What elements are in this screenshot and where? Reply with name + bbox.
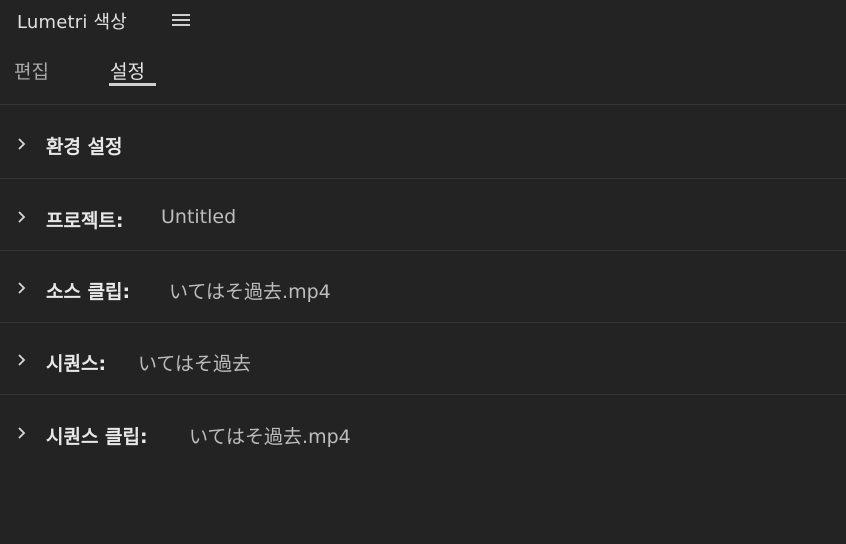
chevron-right-icon[interactable] [14,425,30,441]
sequence-value: いてはそ過去 [138,353,252,375]
chevron-right-icon[interactable] [14,136,30,152]
chevron-right-icon[interactable] [14,209,30,225]
section-label: 소스 클립: [46,281,131,303]
section-label: 환경 설정 [46,136,123,158]
active-tab-indicator [109,83,156,86]
tab-settings[interactable]: 설정 [110,57,145,84]
section-project[interactable]: 프로젝트: Untitled [0,180,846,252]
divider [0,250,846,251]
section-label: 시퀀스 클립: [46,426,148,448]
divider [0,104,846,105]
tab-bar: 편집 설정 [0,48,846,98]
chevron-right-icon[interactable] [14,352,30,368]
panel-title: Lumetri 색상 [17,12,128,33]
divider [0,178,846,179]
project-name-value: Untitled [161,206,237,228]
divider [0,394,846,395]
hamburger-menu-icon[interactable] [171,13,191,28]
sequence-clip-value: いてはそ過去.mp4 [189,426,351,448]
section-label: 프로젝트: [46,210,124,232]
chevron-right-icon[interactable] [14,280,30,296]
source-clip-value: いてはそ過去.mp4 [169,281,331,303]
section-sequence-clip[interactable]: 시퀀스 클립: いてはそ過去.mp4 [0,396,846,468]
tab-edit[interactable]: 편집 [14,57,49,84]
section-environment-settings[interactable]: 환경 설정 [0,106,846,178]
panel-header: Lumetri 색상 [0,0,846,40]
section-sequence[interactable]: 시퀀스: いてはそ過去 [0,324,846,396]
section-source-clip[interactable]: 소스 클립: いてはそ過去.mp4 [0,252,846,324]
section-label: 시퀀스: [46,353,107,375]
divider [0,322,846,323]
